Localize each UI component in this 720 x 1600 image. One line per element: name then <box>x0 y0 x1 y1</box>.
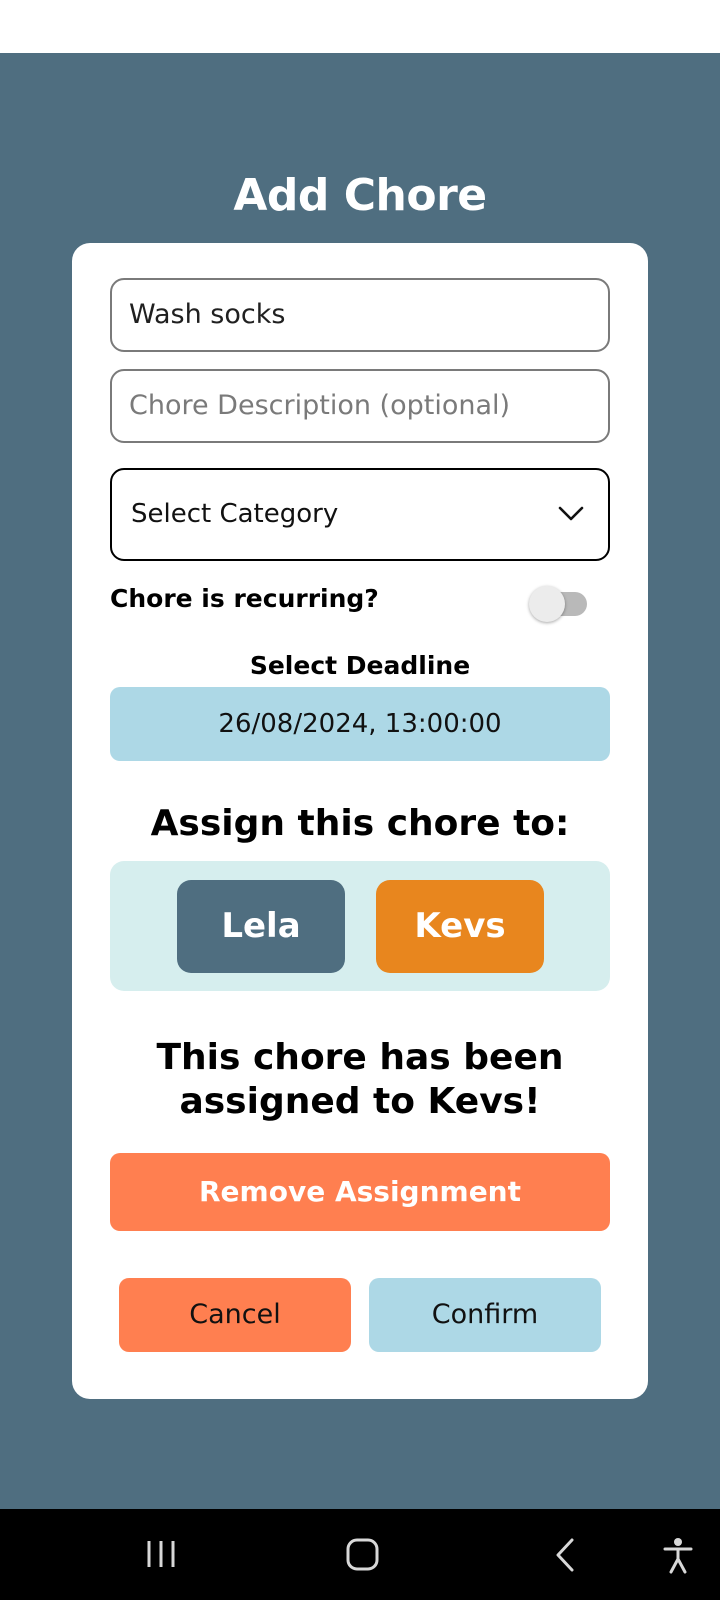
back-icon[interactable] <box>553 1537 577 1573</box>
assignee-button-kevs[interactable]: Kevs <box>376 880 544 973</box>
assigned-message: This chore has been assigned to Kevs! <box>156 1037 564 1122</box>
category-select-value: Select Category <box>131 499 339 529</box>
toggle-knob <box>529 586 565 622</box>
recurring-label: Chore is recurring? <box>110 584 379 613</box>
assignee-options: Lela Kevs <box>110 861 610 991</box>
add-chore-card: Wash socks Chore Description (optional) … <box>72 243 648 1399</box>
accessibility-icon[interactable] <box>662 1537 694 1575</box>
assignee-button-lela[interactable]: Lela <box>177 880 345 973</box>
recent-apps-icon[interactable] <box>145 1537 177 1571</box>
status-bar <box>0 0 720 53</box>
deadline-picker-button[interactable]: 26/08/2024, 13:00:00 <box>110 687 610 761</box>
remove-assignment-button[interactable]: Remove Assignment <box>110 1153 610 1231</box>
assign-heading: Assign this chore to: <box>150 803 570 844</box>
category-select[interactable]: Select Category <box>110 468 610 561</box>
chore-name-input[interactable]: Wash socks <box>110 278 610 352</box>
chevron-down-icon <box>558 506 584 521</box>
page-title: Add Chore <box>233 170 487 221</box>
cancel-button[interactable]: Cancel <box>119 1278 351 1352</box>
chore-description-input[interactable]: Chore Description (optional) <box>110 369 610 443</box>
system-nav-bar <box>0 1509 720 1600</box>
deadline-label: Select Deadline <box>249 651 471 680</box>
recurring-toggle[interactable] <box>529 586 589 622</box>
confirm-button[interactable]: Confirm <box>369 1278 601 1352</box>
home-icon[interactable] <box>345 1537 381 1573</box>
